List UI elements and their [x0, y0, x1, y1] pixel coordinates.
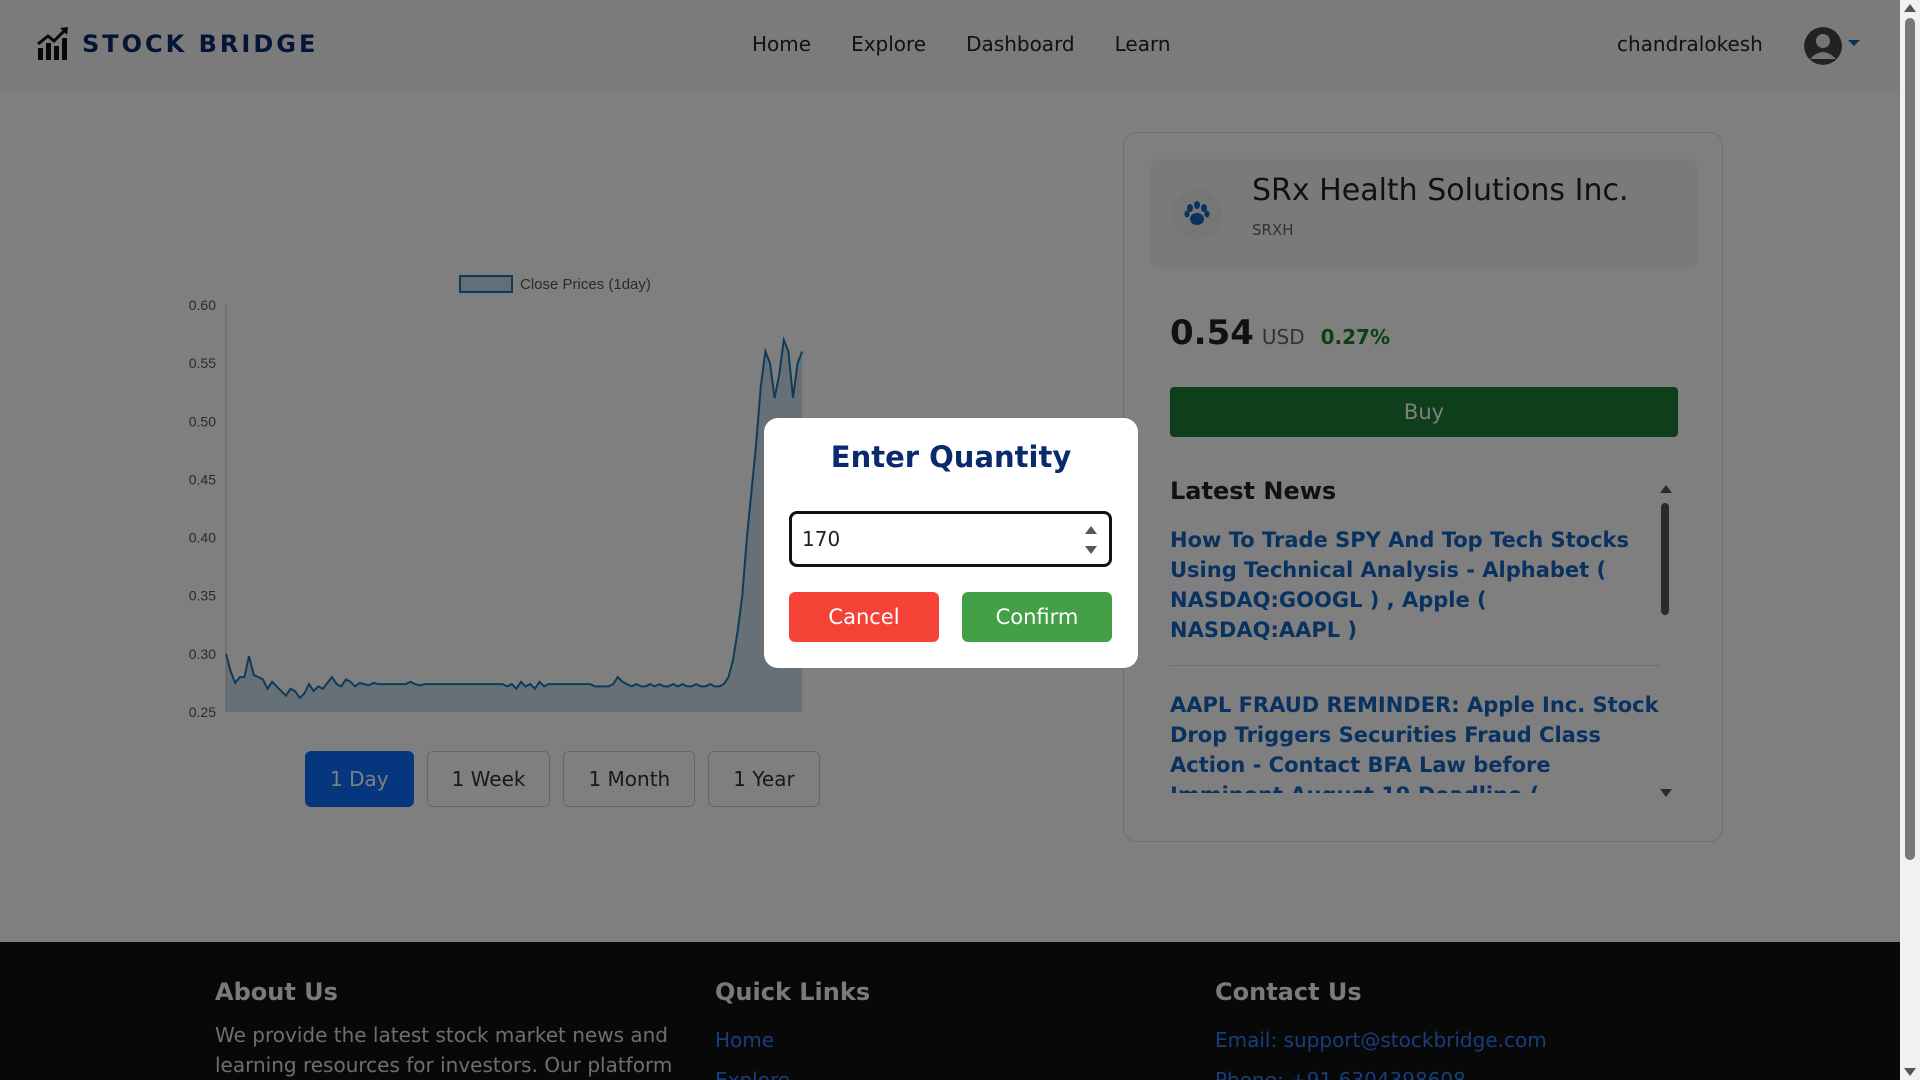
page-scroll-thumb[interactable] [1905, 18, 1915, 860]
confirm-button[interactable]: Confirm [962, 592, 1112, 642]
modal-title: Enter Quantity [830, 440, 1072, 474]
quantity-input[interactable] [802, 524, 1052, 554]
cancel-button[interactable]: Cancel [789, 592, 939, 642]
stepper-down-icon[interactable] [1085, 546, 1097, 554]
scroll-down-icon[interactable] [1904, 1068, 1916, 1076]
scroll-up-icon[interactable] [1904, 4, 1916, 12]
quantity-field[interactable] [789, 511, 1112, 567]
stepper-up-icon[interactable] [1085, 526, 1097, 534]
quantity-modal: Enter Quantity Cancel Confirm [764, 418, 1138, 668]
quantity-stepper[interactable] [1085, 526, 1097, 554]
page-scrollbar[interactable] [1900, 0, 1920, 1080]
